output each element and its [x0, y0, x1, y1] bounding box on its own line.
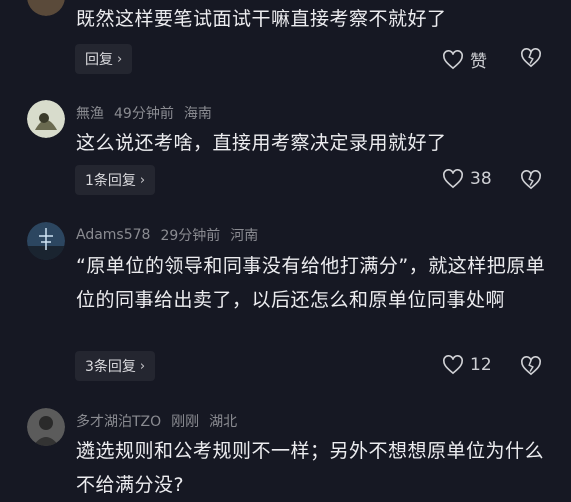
like-count: 12 — [470, 355, 492, 375]
dislike-button[interactable] — [520, 48, 542, 68]
dislike-button[interactable] — [520, 170, 542, 190]
avatar[interactable] — [27, 222, 65, 260]
avatar[interactable] — [27, 0, 65, 16]
like-button[interactable]: 12 — [442, 355, 492, 375]
avatar[interactable] — [27, 408, 65, 446]
like-count: 38 — [470, 169, 492, 189]
chevron-right-icon: › — [139, 172, 146, 188]
heart-icon — [442, 169, 464, 189]
reply-label: 回复 — [85, 52, 113, 68]
broken-heart-icon — [520, 48, 542, 68]
username[interactable]: 多才湖泊TZO — [76, 411, 161, 431]
heart-icon — [442, 49, 464, 70]
like-button[interactable]: 赞 — [442, 47, 487, 72]
avatar[interactable] — [27, 100, 65, 138]
location: 湖北 — [209, 414, 238, 430]
reply-button[interactable]: 回复 › — [75, 44, 133, 74]
broken-heart-icon — [520, 356, 542, 376]
location: 河南 — [230, 228, 259, 244]
like-button[interactable]: 38 — [442, 169, 492, 189]
comment-meta: Adams578 29分钟前 河南 — [76, 225, 258, 245]
view-replies-button[interactable]: 3条回复 › — [75, 351, 156, 381]
comment-meta: 多才湖泊TZO 刚刚 湖北 — [76, 411, 237, 431]
username[interactable]: Adams578 — [76, 227, 150, 243]
comment-text: “原单位的领导和同事没有给他打满分”，就这样把原单位的同事给出卖了，以后还怎么和… — [76, 255, 546, 311]
chevron-right-icon: › — [139, 358, 146, 374]
chevron-right-icon: › — [117, 51, 123, 67]
location: 海南 — [183, 106, 212, 122]
dislike-button[interactable] — [520, 356, 542, 376]
broken-heart-icon — [520, 170, 542, 190]
comment-text: 遴选规则和公考规则不一样；另外不想想原单位为什么不给满分没? — [76, 440, 545, 496]
reply-label: 3条回复 — [85, 359, 136, 375]
comment-text: 这么说还考啥，直接用考察决定录用就好了 — [76, 132, 447, 154]
heart-icon — [442, 355, 464, 375]
view-replies-button[interactable]: 1条回复 › — [75, 165, 156, 195]
reply-label: 1条回复 — [85, 173, 136, 189]
timestamp: 49分钟前 — [114, 106, 174, 122]
comment-meta: 無渔 49分钟前 海南 — [76, 103, 212, 123]
timestamp: 刚刚 — [171, 414, 200, 430]
username[interactable]: 無渔 — [76, 103, 104, 123]
like-label: 赞 — [470, 52, 487, 72]
comment-text: 既然这样要笔试面试干嘛直接考察不就好了 — [76, 8, 447, 30]
timestamp: 29分钟前 — [160, 228, 221, 244]
